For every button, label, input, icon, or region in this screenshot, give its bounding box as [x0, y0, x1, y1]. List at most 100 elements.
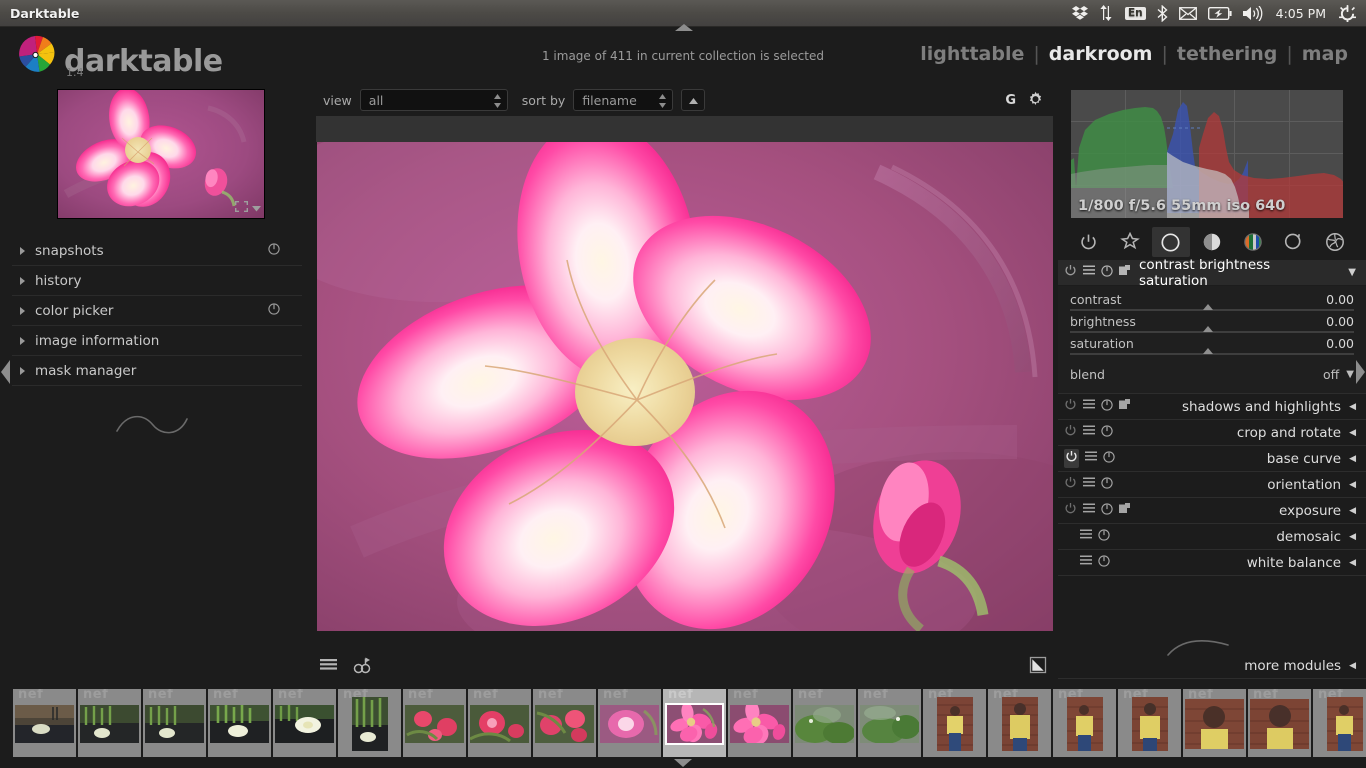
bottom-panel-handle[interactable]: [0, 758, 1366, 768]
battery-icon[interactable]: [1207, 3, 1232, 23]
mail-icon[interactable]: [1178, 3, 1197, 23]
slider-knob[interactable]: [1203, 304, 1214, 310]
dropbox-icon[interactable]: [1071, 3, 1088, 23]
module-shadows-and-highlights[interactable]: shadows and highlights ◀: [1058, 394, 1366, 420]
network-transfer-icon[interactable]: [1099, 3, 1114, 23]
chevron-left-icon[interactable]: ◀: [1349, 402, 1356, 412]
volume-icon[interactable]: [1242, 3, 1263, 23]
list-item[interactable]: nef: [143, 689, 206, 757]
bluetooth-icon[interactable]: [1157, 3, 1168, 23]
slider-saturation[interactable]: saturation 0.00: [1070, 336, 1354, 355]
module-base-curve[interactable]: base curve ◀: [1058, 446, 1366, 472]
reset-icon[interactable]: [1101, 476, 1113, 493]
reset-icon[interactable]: [1098, 528, 1110, 545]
list-item[interactable]: nef: [78, 689, 141, 757]
multi-instance-icon[interactable]: [1080, 529, 1092, 544]
view-filter-select[interactable]: all: [359, 89, 508, 111]
module-crop-and-rotate[interactable]: crop and rotate ◀: [1058, 420, 1366, 446]
basic-modules-icon[interactable]: [1151, 227, 1190, 257]
power-icon[interactable]: [1064, 264, 1077, 281]
slider-knob[interactable]: [1203, 326, 1214, 332]
multi-instance-icon[interactable]: [1080, 555, 1092, 570]
module-demosaic[interactable]: demosaic ◀: [1058, 524, 1366, 550]
list-item[interactable]: nef: [1118, 689, 1181, 757]
view-tab-lighttable[interactable]: lighttable: [920, 43, 1024, 65]
list-item[interactable]: nef: [13, 689, 76, 757]
reset-icon[interactable]: [1101, 398, 1113, 415]
list-item[interactable]: nef: [988, 689, 1051, 757]
power-icon[interactable]: [1064, 449, 1079, 468]
multi-instance-icon[interactable]: [1083, 265, 1095, 280]
chevron-left-icon[interactable]: ◀: [1349, 506, 1356, 516]
list-item[interactable]: nef: [793, 689, 856, 757]
favorite-modules-icon[interactable]: [1111, 227, 1149, 257]
chevron-left-icon[interactable]: ◀: [1349, 661, 1356, 671]
right-panel-collapse-handle[interactable]: [1355, 356, 1366, 388]
list-item[interactable]: nef: [858, 689, 921, 757]
list-item[interactable]: nef: [1053, 689, 1116, 757]
keyboard-layout-icon[interactable]: En: [1124, 3, 1146, 23]
list-item[interactable]: nef: [273, 689, 336, 757]
reset-icon[interactable]: [1103, 450, 1115, 467]
chevron-down-icon[interactable]: [252, 201, 261, 216]
multi-instance-icon[interactable]: [1083, 399, 1095, 414]
image-grouping-icon[interactable]: [353, 657, 372, 678]
correction-modules-icon[interactable]: [1275, 227, 1313, 257]
navigation-preview[interactable]: [57, 89, 265, 219]
power-icon[interactable]: [1064, 476, 1077, 493]
list-item[interactable]: nef: [1183, 689, 1246, 757]
left-panel-collapse-handle[interactable]: [0, 356, 11, 388]
view-tab-tethering[interactable]: tethering: [1177, 43, 1277, 65]
view-tab-map[interactable]: map: [1302, 43, 1348, 65]
power-icon[interactable]: [1064, 502, 1077, 519]
list-item[interactable]: nef: [598, 689, 661, 757]
list-item[interactable]: nef: [1313, 689, 1366, 757]
module-orientation[interactable]: orientation ◀: [1058, 472, 1366, 498]
power-icon[interactable]: [1064, 424, 1077, 441]
power-icon[interactable]: [1064, 398, 1077, 415]
list-item[interactable]: nef: [208, 689, 271, 757]
reset-icon[interactable]: [1101, 424, 1113, 441]
slider-contrast[interactable]: contrast 0.00: [1070, 292, 1354, 311]
list-item[interactable]: nef: [403, 689, 466, 757]
reset-icon[interactable]: [1101, 502, 1113, 519]
list-item[interactable]: nef: [468, 689, 531, 757]
sort-by-select[interactable]: filename: [573, 89, 674, 111]
presets-icon[interactable]: [1119, 265, 1131, 280]
reset-icon[interactable]: [1098, 554, 1110, 571]
chevron-left-icon[interactable]: ◀: [1349, 532, 1356, 542]
list-item[interactable]: nef: [663, 689, 726, 757]
top-panel-handle[interactable]: [311, 20, 1058, 31]
chevron-left-icon[interactable]: ◀: [1349, 558, 1356, 568]
tone-modules-icon[interactable]: [1193, 227, 1231, 257]
chevron-down-icon[interactable]: ▼: [1348, 267, 1356, 278]
reset-icon[interactable]: [1101, 264, 1113, 281]
chevron-left-icon[interactable]: ◀: [1349, 480, 1356, 490]
view-tab-darkroom[interactable]: darkroom: [1049, 43, 1153, 65]
gear-icon[interactable]: [1027, 90, 1044, 111]
list-item[interactable]: nef: [728, 689, 791, 757]
list-item[interactable]: nef: [1248, 689, 1311, 757]
multi-instance-icon[interactable]: [1085, 451, 1097, 466]
list-item[interactable]: nef: [923, 689, 986, 757]
presets-icon[interactable]: [1119, 399, 1131, 414]
main-image[interactable]: [317, 142, 1053, 631]
effect-modules-icon[interactable]: [1316, 227, 1354, 257]
multi-instance-icon[interactable]: [1083, 503, 1095, 518]
list-item[interactable]: nef: [338, 689, 401, 757]
reset-icon[interactable]: [268, 242, 280, 259]
module-exposure[interactable]: exposure ◀: [1058, 498, 1366, 524]
session-power-icon[interactable]: [1339, 3, 1356, 23]
filmstrip-list-icon[interactable]: [320, 658, 337, 676]
module-white-balance[interactable]: white balance ◀: [1058, 550, 1366, 576]
list-item[interactable]: nef: [533, 689, 596, 757]
module-header[interactable]: contrast brightness saturation ▼: [1058, 257, 1366, 289]
presets-icon[interactable]: [1119, 503, 1131, 518]
color-modules-icon[interactable]: [1234, 227, 1272, 257]
more-modules-row[interactable]: more modules ◀: [1058, 653, 1366, 679]
reset-icon[interactable]: [268, 302, 280, 319]
clock[interactable]: 4:05 PM: [1274, 6, 1328, 21]
sidebar-item-image-information[interactable]: image information: [12, 326, 302, 356]
sort-direction-button[interactable]: [681, 89, 706, 111]
multi-instance-icon[interactable]: [1083, 477, 1095, 492]
